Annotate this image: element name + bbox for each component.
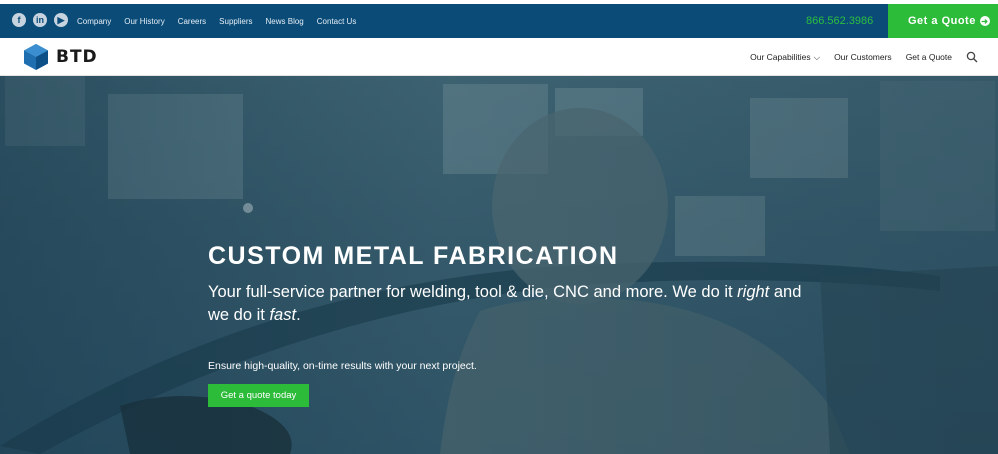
phone-number[interactable]: 866.562.3986 bbox=[806, 15, 873, 27]
search-icon[interactable] bbox=[966, 51, 978, 63]
nav-our-customers[interactable]: Our Customers bbox=[834, 52, 892, 62]
page: f in ▶ Company Our History Careers Suppl… bbox=[0, 4, 998, 454]
hero-banner: CUSTOM METAL FABRICATION Your full-servi… bbox=[0, 76, 998, 454]
logo[interactable]: BTD bbox=[22, 43, 98, 71]
hero-subtitle-emphasis-fast: fast bbox=[269, 306, 297, 324]
hexagon-cube-icon bbox=[24, 44, 48, 70]
top-bar: f in ▶ Company Our History Careers Suppl… bbox=[0, 4, 998, 38]
hero-subtitle: Your full-service partner for welding, t… bbox=[208, 281, 808, 327]
main-navbar: BTD Our Capabilities ⌵ Our Customers Get … bbox=[0, 38, 998, 76]
arrow-circle-right-icon: ➜ bbox=[979, 16, 990, 26]
hero-title: CUSTOM METAL FABRICATION bbox=[208, 242, 619, 270]
nav-get-a-quote[interactable]: Get a Quote bbox=[906, 52, 952, 62]
get-a-quote-label: Get a Quote bbox=[908, 15, 976, 27]
nav-our-capabilities[interactable]: Our Capabilities ⌵ bbox=[750, 52, 820, 63]
linkedin-icon[interactable]: in bbox=[33, 13, 47, 27]
hero-subtitle-emphasis-right: right bbox=[737, 283, 770, 301]
utility-nav: Company Our History Careers Suppliers Ne… bbox=[77, 4, 356, 38]
get-a-quote-today-button[interactable]: Get a quote today bbox=[208, 384, 309, 407]
hero-subtitle-text-1: Your full-service partner for welding, t… bbox=[208, 283, 738, 301]
link-careers[interactable]: Careers bbox=[178, 17, 206, 26]
youtube-icon[interactable]: ▶ bbox=[54, 13, 68, 27]
chevron-down-icon: ⌵ bbox=[813, 51, 821, 62]
link-contact-us[interactable]: Contact Us bbox=[317, 17, 357, 26]
get-a-quote-button[interactable]: Get a Quote ➜ bbox=[888, 4, 998, 38]
primary-nav: Our Capabilities ⌵ Our Customers Get a Qu… bbox=[750, 38, 978, 76]
hero-subtitle-text-3: . bbox=[296, 306, 301, 324]
link-our-history[interactable]: Our History bbox=[124, 17, 164, 26]
logo-text: BTD bbox=[56, 47, 98, 67]
nav-our-capabilities-label: Our Capabilities bbox=[750, 51, 811, 62]
link-company[interactable]: Company bbox=[77, 17, 111, 26]
facebook-icon[interactable]: f bbox=[12, 13, 26, 27]
link-news-blog[interactable]: News Blog bbox=[266, 17, 304, 26]
link-suppliers[interactable]: Suppliers bbox=[219, 17, 252, 26]
hero-tagline: Ensure high-quality, on-time results wit… bbox=[208, 360, 477, 372]
